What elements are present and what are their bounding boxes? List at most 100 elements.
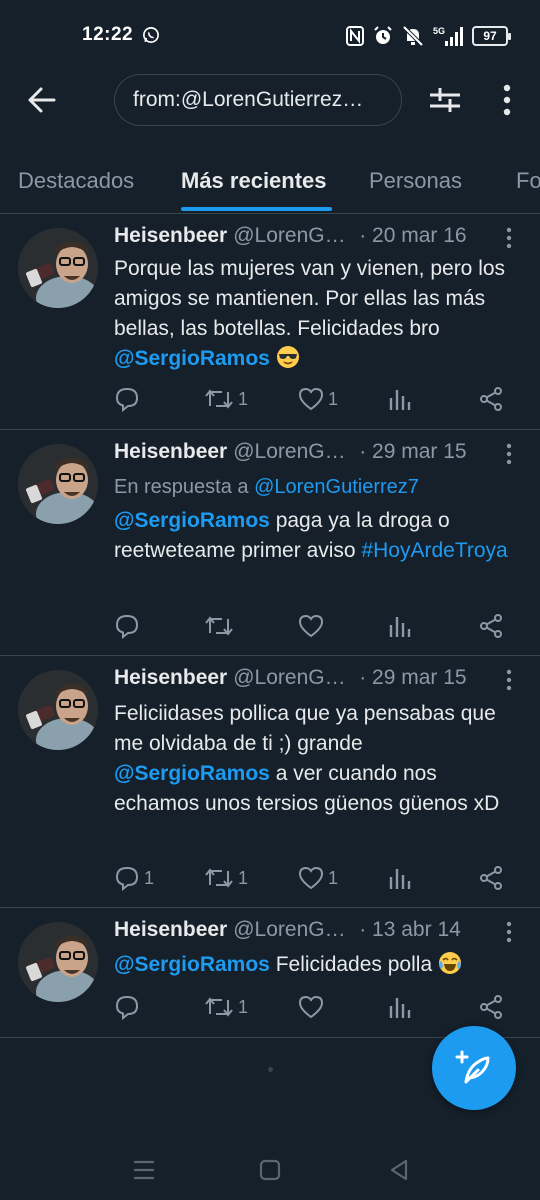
network-type: 5G [433,26,445,36]
heart-icon [298,866,324,890]
views-button[interactable] [388,384,412,414]
status-time: 12:22 [82,24,134,45]
like-button[interactable]: 1 [298,863,338,893]
more-options-button[interactable] [494,82,520,118]
tweet[interactable]: Heisenbeer @LorenG… · 29 mar 15 En respu… [0,430,540,656]
compose-tweet-button[interactable] [432,1026,516,1110]
top-bar: from:@LorenGutierrez… [0,70,540,130]
author-handle[interactable]: @LorenGut… [233,918,351,942]
back-button[interactable] [22,82,62,118]
mention-link[interactable]: @SergioRamos [114,762,270,785]
text-segment: Porque las mujeres van y vienen, pero lo… [114,257,506,340]
like-button[interactable] [298,611,328,641]
tab-personas[interactable]: Personas [369,168,462,194]
whatsapp-icon [143,27,159,43]
heart-icon [298,387,324,411]
analytics-icon [389,617,411,637]
arrow-left-icon [28,87,56,113]
avatar[interactable] [18,922,98,1002]
reply-button[interactable] [114,992,144,1022]
author-handle[interactable]: @LorenG… [233,666,351,690]
compose-feather-icon [455,1050,490,1084]
comment-icon [115,387,139,412]
tweet[interactable]: Heisenbeer @LorenG… · 29 mar 15 Feliciid… [0,656,540,908]
system-nav-bar [0,1140,540,1200]
tweet-more-icon[interactable] [500,226,518,250]
reply-to-label: En respuesta a [114,476,249,498]
avatar-photo [18,444,98,524]
retweet-icon [205,868,233,888]
search-tabs: Destacados Más recientes Personas Fo [0,150,540,214]
author-name[interactable]: Heisenbeer [114,224,227,248]
comment-icon [115,866,139,891]
retweet-icon [205,616,233,636]
retweet-count: 1 [238,996,249,1017]
like-button[interactable] [298,992,328,1022]
reply-button[interactable]: 1 [114,863,154,893]
mute-icon [402,26,424,46]
share-icon [480,614,502,638]
author-handle[interactable]: @LorenG… [233,440,351,464]
tweet[interactable]: Heisenbeer @LorenGut… · 13 abr 14 @Sergi… [0,908,540,1038]
tweet-actions [114,611,514,641]
tweet-more-icon[interactable] [500,920,518,944]
tweet-more-icon[interactable] [500,668,518,692]
reply-count: 1 [144,867,155,888]
tab-destacados[interactable]: Destacados [18,168,134,194]
tweet-more-icon[interactable] [500,442,518,466]
like-count: 1 [328,867,339,888]
back-nav-icon[interactable] [386,1156,414,1184]
share-icon [480,995,502,1019]
heart-icon [298,614,324,638]
hashtag-link[interactable]: #HoyArdeTroya [361,539,507,562]
tab-fotos[interactable]: Fo [516,168,540,194]
tweet-text: Feliciidases pollica que ya pensabas que… [114,699,524,819]
author-name[interactable]: Heisenbeer [114,918,227,942]
tweet[interactable]: Heisenbeer @LorenG… · 20 mar 16 Porque l… [0,214,540,430]
loading-indicator [268,1067,273,1072]
retweet-button[interactable]: 1 [204,863,248,893]
retweet-count: 1 [238,867,249,888]
avatar[interactable] [18,228,98,308]
text-segment: Feliciidases pollica que ya pensabas que… [114,702,496,755]
comment-icon [115,995,139,1020]
share-button[interactable] [478,863,504,893]
views-button[interactable] [388,863,412,893]
retweet-button[interactable]: 1 [204,992,248,1022]
text-segment: Felicidades polla [269,953,438,976]
home-icon[interactable] [256,1156,284,1184]
author-handle[interactable]: @LorenG… [233,224,351,248]
retweet-button[interactable] [204,611,238,641]
tears-of-joy-emoji-icon [438,952,461,974]
tweet-date: · 13 abr 14 [359,918,461,941]
views-button[interactable] [388,992,412,1022]
mention-link[interactable]: @SergioRamos [114,509,270,532]
avatar[interactable] [18,670,98,750]
heart-icon [298,995,324,1019]
search-input[interactable]: from:@LorenGutierrez… [114,74,402,126]
mention-link[interactable]: @SergioRamos [114,953,270,976]
share-button[interactable] [478,384,504,414]
share-button[interactable] [478,992,504,1022]
battery-indicator: 97 [472,26,511,46]
tab-mas-recientes[interactable]: Más recientes [181,168,327,194]
reply-to-mention[interactable]: @LorenGutierrez7 [254,476,419,498]
tweet-header: Heisenbeer @LorenG… · 29 mar 15 [114,440,494,468]
reply-button[interactable] [114,611,144,641]
recent-apps-icon[interactable] [130,1156,158,1184]
mention-link[interactable]: @SergioRamos [114,347,270,370]
views-button[interactable] [388,611,412,641]
filter-button[interactable] [428,84,462,116]
author-name[interactable]: Heisenbeer [114,666,227,690]
retweet-button[interactable]: 1 [204,384,248,414]
share-button[interactable] [478,611,504,641]
avatar[interactable] [18,444,98,524]
author-name[interactable]: Heisenbeer [114,440,227,464]
like-button[interactable]: 1 [298,384,338,414]
more-vertical-icon [503,84,511,116]
active-tab-indicator [181,207,332,211]
sliders-icon [430,88,460,112]
avatar-photo [18,922,98,1002]
comment-icon [115,614,139,639]
reply-button[interactable] [114,384,144,414]
